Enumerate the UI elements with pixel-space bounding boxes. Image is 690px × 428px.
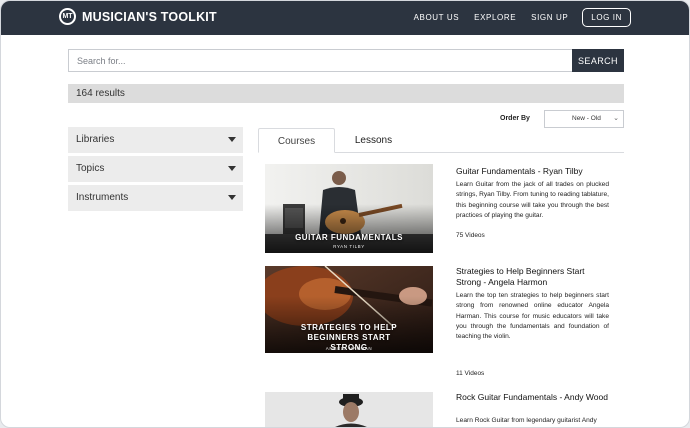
search-button[interactable]: SEARCH [572,49,624,72]
course-title[interactable]: Guitar Fundamentals - Ryan Tilby [456,166,609,177]
login-button[interactable]: LOG IN [582,8,631,27]
course-title[interactable]: Strategies to Help Beginners Start Stron… [456,266,609,287]
brand[interactable]: MT MUSICIAN'S TOOLKIT [59,8,217,25]
course-thumbnail[interactable]: GUITAR FUNDAMENTALS RYAN TILBY [265,164,433,253]
course-thumbnail[interactable]: STRATEGIES TO HELP BEGINNERS START STRON… [265,266,433,353]
content-tabs: Courses Lessons [258,128,624,153]
nav-explore[interactable]: EXPLORE [474,13,516,22]
course-video-count: 75 Videos [456,232,485,239]
filter-instruments[interactable]: Instruments [68,185,243,211]
course-description: Learn Guitar from the jack of all trades… [456,181,609,219]
course-title[interactable]: Rock Guitar Fundamentals - Andy Wood [456,392,609,403]
thumbnail-subtitle: ANGELA HARMAN [325,346,373,351]
thumbnail-subtitle: RYAN TILBY [333,244,365,249]
course-video-count: 11 Videos [456,370,485,377]
caret-down-icon [228,166,236,171]
tab-courses[interactable]: Courses [258,128,335,153]
nav-about-us[interactable]: ABOUT US [414,13,460,22]
logo-icon: MT [59,8,76,25]
course-thumbnail[interactable] [265,392,433,427]
filter-topics[interactable]: Topics [68,156,243,182]
brand-name: MUSICIAN'S TOOLKIT [82,9,217,24]
filter-libraries[interactable]: Libraries [68,127,243,153]
order-by-label: Order By [500,115,530,122]
course-description: Learn the top ten strategies to help beg… [456,292,609,341]
rock-guitarist-photo [265,392,433,427]
main-nav: ABOUT US EXPLORE SIGN UP LOG IN [399,8,631,27]
top-navbar: MT MUSICIAN'S TOOLKIT ABOUT US EXPLORE S… [1,1,689,35]
order-by-value: New - Old [572,115,601,122]
nav-sign-up[interactable]: SIGN UP [531,13,568,22]
tab-lessons[interactable]: Lessons [335,128,412,153]
app-frame: MT MUSICIAN'S TOOLKIT ABOUT US EXPLORE S… [0,0,690,428]
results-summary: 164 results [68,84,624,103]
course-description: Learn Rock Guitar from legendary guitari… [456,417,597,424]
chevron-down-icon: ⌄ [613,115,619,122]
caret-down-icon [228,137,236,142]
filter-label: Topics [76,163,105,174]
caret-down-icon [228,195,236,200]
thumbnail-title: GUITAR FUNDAMENTALS [295,233,403,242]
filter-label: Libraries [76,134,115,145]
search-input[interactable] [68,49,572,72]
filter-label: Instruments [76,192,129,203]
order-by-select[interactable]: New - Old ⌄ [544,110,624,128]
search-bar: SEARCH [68,49,624,72]
